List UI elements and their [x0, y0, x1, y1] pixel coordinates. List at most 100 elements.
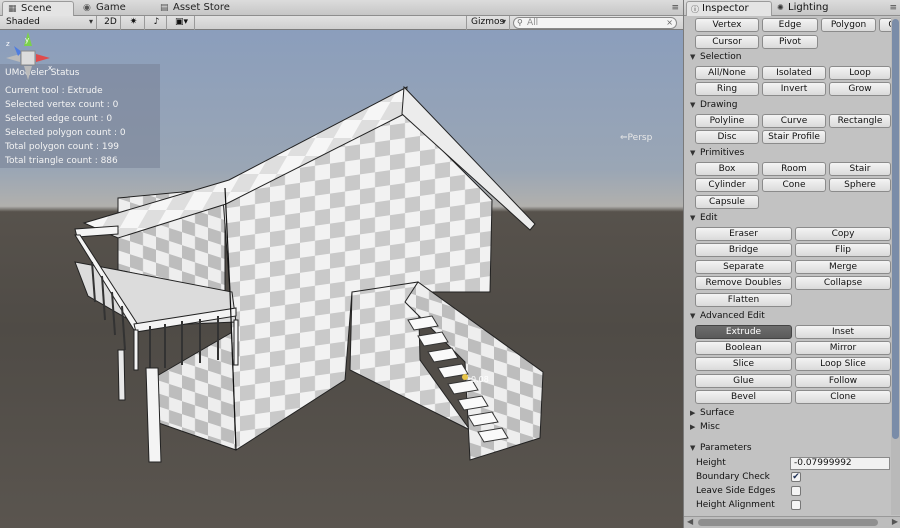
sphere-button[interactable]: Sphere — [829, 178, 891, 192]
cylinder-button[interactable]: Cylinder — [695, 178, 759, 192]
section-drawing-title: Drawing — [700, 100, 738, 110]
flatten-button[interactable]: Flatten — [695, 293, 792, 307]
scene-icon: ▦ — [8, 4, 17, 14]
polygon-button[interactable]: Polygon — [821, 18, 876, 32]
loop-slice-button[interactable]: Loop Slice — [795, 357, 891, 371]
disc-button[interactable]: Disc — [695, 130, 759, 144]
status-polygon: Selected polygon count : 0 — [5, 128, 126, 138]
leave-side-edges-label: Leave Side Edges — [696, 486, 776, 496]
stair-profile-button[interactable]: Stair Profile — [762, 130, 826, 144]
clone-button[interactable]: Clone — [795, 390, 891, 404]
section-primitives[interactable]: ▼ Primitives — [690, 148, 744, 158]
game-icon: ◉ — [83, 3, 91, 13]
height-field[interactable]: -0.07999992 — [790, 457, 890, 470]
search-input[interactable]: ⚲ All × — [513, 17, 677, 29]
flip-button[interactable]: Flip — [795, 243, 891, 257]
section-selection[interactable]: ▼ Selection — [690, 52, 741, 62]
section-parameters[interactable]: ▼ Parameters — [690, 443, 752, 453]
svg-text:y: y — [25, 36, 29, 44]
room-button[interactable]: Room — [762, 162, 826, 176]
tab-lighting[interactable]: ✺ Lighting — [773, 1, 853, 16]
section-surface[interactable]: ▶ Surface — [690, 408, 734, 418]
horizontal-scroll-thumb[interactable] — [698, 519, 878, 526]
horizontal-scrollbar[interactable]: ◀ ▶ — [684, 516, 900, 528]
lighting-toggle-icon[interactable]: ✷ — [123, 16, 145, 30]
tab-inspector[interactable]: ⓘ Inspector — [686, 1, 772, 16]
polyline-button[interactable]: Polyline — [695, 114, 759, 128]
inspector-menu-icon[interactable]: ≡ — [889, 3, 897, 13]
merge-button[interactable]: Merge — [795, 260, 891, 274]
section-edit[interactable]: ▼ Edit — [690, 213, 717, 223]
rectangle-button[interactable]: Rectangle — [829, 114, 891, 128]
expand-triangle-icon: ▼ — [690, 149, 696, 157]
search-placeholder: All — [527, 18, 539, 28]
vertex-button[interactable]: Vertex — [695, 18, 759, 32]
tab-inspector-label: Inspector — [702, 3, 749, 14]
scene-viewport[interactable]: 0.08 UModeler Status Current tool : Extr… — [0, 30, 683, 528]
audio-toggle-icon[interactable]: ♪ — [147, 16, 167, 30]
tab-game[interactable]: ◉ Game — [78, 1, 148, 16]
invert-button[interactable]: Invert — [762, 82, 826, 96]
height-alignment-checkbox[interactable] — [791, 500, 801, 510]
section-advanced-edit[interactable]: ▼ Advanced Edit — [690, 311, 765, 321]
remove-doubles-button[interactable]: Remove Doubles — [695, 276, 792, 290]
perspective-label[interactable]: ⇐Persp — [620, 133, 652, 143]
collapse-button[interactable]: Collapse — [795, 276, 891, 290]
all-none-button[interactable]: All/None — [695, 66, 759, 80]
orientation-gizmo-icon[interactable]: y x z — [0, 30, 56, 102]
clear-search-icon[interactable]: × — [666, 18, 673, 28]
info-icon: ⓘ — [691, 5, 699, 14]
asset-store-icon: ▤ — [160, 3, 169, 13]
mode-2d-toggle[interactable]: 2D — [101, 16, 121, 30]
bridge-button[interactable]: Bridge — [695, 243, 792, 257]
gizmos-dropdown[interactable]: Gizmos ▾ — [466, 16, 510, 30]
boundary-check-checkbox[interactable]: ✔ — [791, 472, 801, 482]
effects-dropdown-icon[interactable]: ▣▾ — [169, 16, 195, 30]
cursor-button[interactable]: Cursor — [695, 35, 759, 49]
boolean-button[interactable]: Boolean — [695, 341, 792, 355]
section-misc[interactable]: ▶ Misc — [690, 422, 720, 432]
section-drawing[interactable]: ▼ Drawing — [690, 100, 737, 110]
grow-button[interactable]: Grow — [829, 82, 891, 96]
extrude-button[interactable]: Extrude — [695, 325, 792, 339]
curve-button[interactable]: Curve — [762, 114, 826, 128]
height-alignment-label: Height Alignment — [696, 500, 775, 510]
section-primitives-title: Primitives — [700, 148, 745, 158]
scroll-left-icon[interactable]: ◀ — [687, 517, 693, 526]
expand-triangle-icon: ▼ — [690, 53, 696, 61]
section-edit-title: Edit — [700, 213, 718, 223]
vertical-scroll-thumb[interactable] — [892, 19, 899, 439]
follow-button[interactable]: Follow — [795, 374, 891, 388]
inspector-window: ⓘ Inspector ✺ Lighting ≡ Vertex Edge Pol… — [683, 0, 900, 528]
cone-button[interactable]: Cone — [762, 178, 826, 192]
persp-text: Persp — [627, 133, 653, 143]
tab-asset-store[interactable]: ▤ Asset Store — [155, 1, 255, 16]
mirror-button[interactable]: Mirror — [795, 341, 891, 355]
eraser-button[interactable]: Eraser — [695, 227, 792, 241]
section-misc-title: Misc — [700, 422, 720, 432]
loop-button[interactable]: Loop — [829, 66, 891, 80]
isolated-button[interactable]: Isolated — [762, 66, 826, 80]
slice-button[interactable]: Slice — [695, 357, 792, 371]
scene-toolbar: Shaded ▾ 2D ✷ ♪ ▣▾ Gizmos ▾ ⚲ All × — [0, 16, 683, 30]
glue-button[interactable]: Glue — [695, 374, 792, 388]
capsule-button[interactable]: Capsule — [695, 195, 759, 209]
copy-button[interactable]: Copy — [795, 227, 891, 241]
draw-mode-dropdown[interactable]: Shaded ▾ — [2, 16, 97, 30]
stair-button[interactable]: Stair — [829, 162, 891, 176]
scroll-right-icon[interactable]: ▶ — [892, 517, 898, 526]
tab-scene[interactable]: ▦ Scene — [2, 1, 74, 16]
separate-button[interactable]: Separate — [695, 260, 792, 274]
collapsed-triangle-icon: ▶ — [690, 409, 696, 417]
window-menu-icon[interactable]: ≡ — [671, 3, 679, 13]
leave-side-edges-checkbox[interactable] — [791, 486, 801, 496]
inset-button[interactable]: Inset — [795, 325, 891, 339]
vertical-scrollbar[interactable] — [891, 17, 900, 515]
bevel-button[interactable]: Bevel — [695, 390, 792, 404]
box-button[interactable]: Box — [695, 162, 759, 176]
scene-tab-strip: ▦ Scene ◉ Game ▤ Asset Store ≡ — [0, 0, 683, 16]
edge-button[interactable]: Edge — [762, 18, 818, 32]
gizmos-label: Gizmos — [471, 17, 505, 27]
ring-button[interactable]: Ring — [695, 82, 759, 96]
pivot-button[interactable]: Pivot — [762, 35, 818, 49]
